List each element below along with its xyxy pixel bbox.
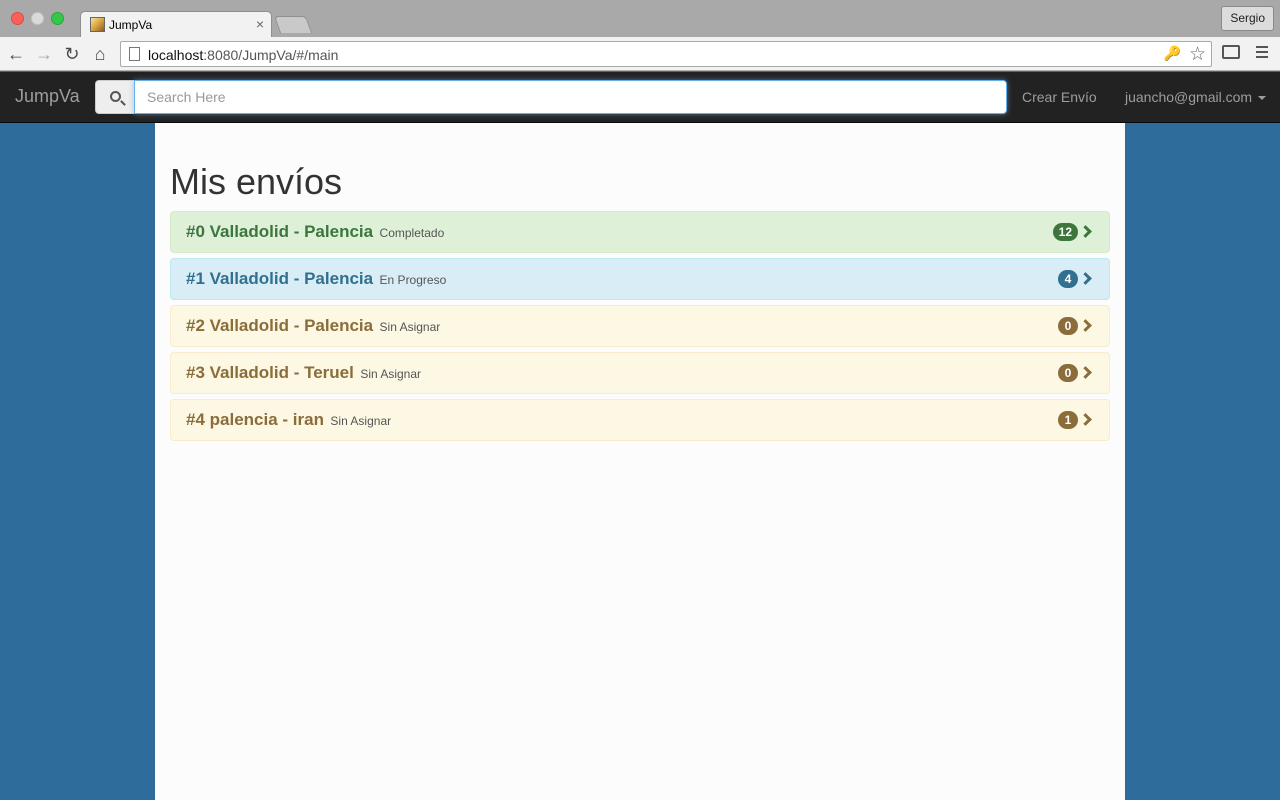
tab-close-icon[interactable]: × xyxy=(256,16,264,32)
shipment-item[interactable]: #3 Valladolid - Teruel Sin Asignar 0 xyxy=(170,352,1110,394)
user-menu-dropdown[interactable]: juancho@gmail.com xyxy=(1125,89,1267,105)
user-email: juancho@gmail.com xyxy=(1125,89,1253,105)
shipment-status: Sin Asignar xyxy=(360,367,422,381)
chevron-right-icon xyxy=(1079,225,1092,238)
url-path: :8080/JumpVa/#/main xyxy=(203,47,339,63)
shipment-item[interactable]: #0 Valladolid - Palencia Completado 12 xyxy=(170,211,1110,253)
menu-icon[interactable] xyxy=(1256,46,1268,60)
main-container: Mis envíos #0 Valladolid - Palencia Comp… xyxy=(155,123,1125,800)
shipment-text: #2 Valladolid - Palencia Sin Asignar xyxy=(186,316,440,336)
chevron-right-icon xyxy=(1079,319,1092,332)
shipment-text: #3 Valladolid - Teruel Sin Asignar xyxy=(186,363,421,383)
shipment-count-badge: 0 xyxy=(1058,364,1078,382)
browser-tabstrip: JumpVa × Sergio xyxy=(0,0,1280,38)
back-icon[interactable]: ← xyxy=(6,43,26,65)
shipment-route: #2 Valladolid - Palencia xyxy=(186,316,374,335)
shipment-text: #1 Valladolid - Palencia En Progreso xyxy=(186,269,446,289)
search-group xyxy=(95,80,1007,114)
shipment-item[interactable]: #1 Valladolid - Palencia En Progreso 4 xyxy=(170,258,1110,300)
shipment-count-badge: 0 xyxy=(1058,317,1078,335)
shipment-route: #4 palencia - iran xyxy=(186,410,324,429)
chevron-right-icon xyxy=(1079,413,1092,426)
caret-down-icon xyxy=(1258,96,1267,101)
shipment-status: Sin Asignar xyxy=(379,320,441,334)
shipment-item[interactable]: #2 Valladolid - Palencia Sin Asignar 0 xyxy=(170,305,1110,347)
shipment-route: #1 Valladolid - Palencia xyxy=(186,269,374,288)
create-shipment-link[interactable]: Crear Envío xyxy=(1022,89,1097,105)
cast-icon[interactable] xyxy=(1222,45,1240,59)
browser-toolbar: ← → ↻ ⌂ localhost:8080/JumpVa/#/main 🔑 ☆ xyxy=(0,37,1280,71)
shipment-count-badge: 4 xyxy=(1058,270,1078,288)
window-close-button[interactable] xyxy=(11,12,24,25)
shipment-status: En Progreso xyxy=(379,273,447,287)
browser-tab[interactable]: JumpVa × xyxy=(80,11,272,38)
window-minimize-button[interactable] xyxy=(31,12,44,25)
shipment-list: #0 Valladolid - Palencia Completado 12 #… xyxy=(170,211,1110,446)
brand-logo[interactable]: JumpVa xyxy=(15,86,80,107)
home-icon[interactable]: ⌂ xyxy=(90,43,110,65)
shipment-count-badge: 12 xyxy=(1052,223,1078,241)
tab-title: JumpVa xyxy=(109,18,153,32)
shipment-text: #0 Valladolid - Palencia Completado xyxy=(186,222,444,242)
app-navbar: JumpVa Crear Envío juancho@gmail.com xyxy=(0,72,1280,123)
shipment-status: Sin Asignar xyxy=(330,414,392,428)
chevron-right-icon xyxy=(1079,366,1092,379)
shipment-text: #4 palencia - iran Sin Asignar xyxy=(186,410,391,430)
chevron-right-icon xyxy=(1079,272,1092,285)
star-icon[interactable]: ☆ xyxy=(1189,43,1206,66)
address-bar[interactable]: localhost:8080/JumpVa/#/main 🔑 ☆ xyxy=(120,41,1212,67)
forward-icon[interactable]: → xyxy=(34,43,54,65)
favicon-icon xyxy=(90,17,105,32)
url-text[interactable]: localhost:8080/JumpVa/#/main xyxy=(148,47,338,63)
key-icon[interactable]: 🔑 xyxy=(1164,45,1181,62)
window-maximize-button[interactable] xyxy=(51,12,64,25)
shipment-route: #0 Valladolid - Palencia xyxy=(186,222,374,241)
reload-icon[interactable]: ↻ xyxy=(62,43,82,65)
url-host: localhost xyxy=(148,47,204,63)
shipment-item[interactable]: #4 palencia - iran Sin Asignar 1 xyxy=(170,399,1110,441)
search-icon xyxy=(110,91,121,102)
search-input[interactable] xyxy=(134,80,1007,114)
search-addon xyxy=(95,80,135,114)
profile-button[interactable]: Sergio xyxy=(1221,6,1274,31)
new-tab-button[interactable] xyxy=(273,16,313,33)
shipment-count-badge: 1 xyxy=(1058,411,1078,429)
page-icon xyxy=(129,47,140,61)
shipment-route: #3 Valladolid - Teruel xyxy=(186,363,354,382)
page-title: Mis envíos xyxy=(170,161,343,202)
shipment-status: Completado xyxy=(379,226,445,240)
